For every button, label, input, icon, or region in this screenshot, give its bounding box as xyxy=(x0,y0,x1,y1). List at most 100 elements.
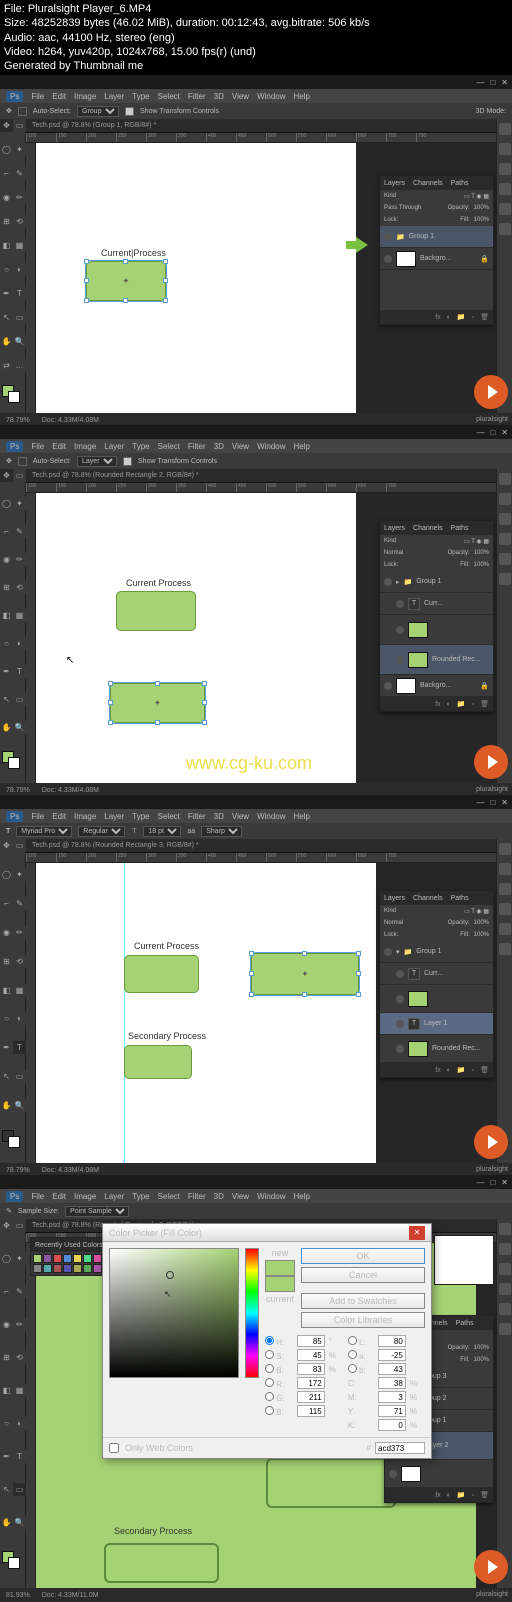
dodge-tool[interactable]: ◐ xyxy=(13,1012,26,1025)
canvas[interactable]: Current Process ✦ ↖ www.cg-ku.com xyxy=(36,493,356,783)
mask-icon[interactable]: ◐ xyxy=(447,1067,451,1074)
showtransform-checkbox[interactable] xyxy=(123,457,132,466)
mask-icon[interactable]: ◐ xyxy=(447,701,451,708)
color-swatch[interactable] xyxy=(0,1128,26,1148)
stamp-tool[interactable]: ⊞ xyxy=(0,581,13,594)
menu-edit[interactable]: Edit xyxy=(52,442,66,451)
b3-radio[interactable] xyxy=(265,1406,274,1415)
l-input[interactable] xyxy=(378,1335,406,1347)
navigator-preview[interactable] xyxy=(434,1235,494,1285)
tab-paths[interactable]: Paths xyxy=(451,180,469,187)
menu-view[interactable]: View xyxy=(232,1192,249,1201)
panel-icon[interactable] xyxy=(499,1323,511,1335)
menu-help[interactable]: Help xyxy=(294,442,310,451)
menu-layer[interactable]: Layer xyxy=(104,1192,124,1201)
fx-icon[interactable]: fx xyxy=(435,701,440,708)
color-cursor[interactable] xyxy=(166,1271,174,1279)
y-input[interactable] xyxy=(378,1405,406,1417)
menu-3d[interactable]: 3D xyxy=(214,812,224,821)
h-radio[interactable] xyxy=(265,1336,274,1345)
b2-radio[interactable] xyxy=(348,1364,357,1373)
panel-icon[interactable] xyxy=(499,1223,511,1235)
new-icon[interactable]: ▫ xyxy=(472,314,474,321)
menu-file[interactable]: File xyxy=(31,92,44,101)
path-tool[interactable]: ↖ xyxy=(0,311,13,324)
maximize-icon[interactable]: □ xyxy=(490,1178,495,1187)
path-tool[interactable]: ↖ xyxy=(0,1070,13,1083)
ok-button[interactable]: OK xyxy=(301,1248,425,1264)
color-field[interactable]: ↖ xyxy=(109,1248,239,1378)
type-tool[interactable]: T xyxy=(13,287,26,300)
menu-help[interactable]: Help xyxy=(294,812,310,821)
eyedrop-tool[interactable]: ✎ xyxy=(13,167,26,180)
menu-select[interactable]: Select xyxy=(158,812,180,821)
menu-3d[interactable]: 3D xyxy=(214,1192,224,1201)
tab-layers[interactable]: Layers xyxy=(384,895,405,902)
panel-icon[interactable] xyxy=(499,943,511,955)
panel-icon[interactable] xyxy=(499,1303,511,1315)
minimize-icon[interactable]: — xyxy=(476,78,484,87)
rect-selected[interactable]: ✦ xyxy=(251,953,359,995)
color-swatch[interactable] xyxy=(0,383,26,403)
menu-3d[interactable]: 3D xyxy=(214,442,224,451)
zoom-tool[interactable]: 🔍 xyxy=(13,721,26,734)
shape-tool[interactable]: ▭ xyxy=(13,1483,26,1496)
s-input[interactable] xyxy=(297,1349,325,1361)
marquee-tool[interactable]: ▭ xyxy=(13,1219,26,1232)
menu-image[interactable]: Image xyxy=(74,442,96,451)
layer-bg[interactable]: Backgro...🔒 xyxy=(380,675,493,697)
history-icon[interactable] xyxy=(499,203,511,215)
path-tool[interactable]: ↖ xyxy=(0,1483,13,1496)
menu-layer[interactable]: Layer xyxy=(104,442,124,451)
visibility-icon[interactable] xyxy=(396,995,404,1003)
font-style-select[interactable]: Regular xyxy=(78,826,125,837)
layers-panel[interactable]: Layers Channels Paths Kind▭ T ◉ ▦ Pass T… xyxy=(379,175,494,325)
color-picker-dialog[interactable]: Color Picker (Fill Color) ✕ ↖ new curre xyxy=(102,1223,432,1459)
menu-type[interactable]: Type xyxy=(132,92,149,101)
wand-tool[interactable]: ✦ xyxy=(13,497,26,510)
lasso-tool[interactable]: ◯ xyxy=(0,1252,13,1265)
tab-paths[interactable]: Paths xyxy=(451,525,469,532)
new-icon[interactable]: ▫ xyxy=(472,701,474,708)
layer-text-sel[interactable]: TLayer 1 xyxy=(380,1013,493,1035)
gradient-tool[interactable]: ▦ xyxy=(13,239,26,252)
crop-tool[interactable]: ⌐ xyxy=(0,525,13,538)
panel-icon[interactable] xyxy=(499,473,511,485)
visibility-icon[interactable] xyxy=(384,255,392,263)
stamp-tool[interactable]: ⊞ xyxy=(0,1351,13,1364)
menu-type[interactable]: Type xyxy=(132,1192,149,1201)
eyedrop-tool[interactable]: ✎ xyxy=(13,897,26,910)
maximize-icon[interactable]: □ xyxy=(490,78,495,87)
maximize-icon[interactable]: □ xyxy=(490,428,495,437)
history-tool[interactable]: ⟲ xyxy=(13,215,26,228)
panel-icon[interactable] xyxy=(499,843,511,855)
aa-select[interactable]: Sharp xyxy=(201,826,242,837)
layer-shape[interactable] xyxy=(380,615,493,645)
menu-select[interactable]: Select xyxy=(158,92,180,101)
gradient-tool[interactable]: ▦ xyxy=(13,1384,26,1397)
brush-tool[interactable]: ✏ xyxy=(13,191,26,204)
canvas[interactable]: Current Process ✦ Secondary Process xyxy=(36,863,376,1163)
guide-vertical[interactable] xyxy=(124,863,125,1163)
crop-tool[interactable]: ⌐ xyxy=(0,897,13,910)
marquee-tool[interactable]: ▭ xyxy=(13,469,26,482)
r-radio[interactable] xyxy=(265,1378,274,1387)
tab-channels[interactable]: Channels xyxy=(413,525,443,532)
tab-layers[interactable]: Layers xyxy=(384,525,405,532)
hand-tool[interactable]: ✋ xyxy=(0,1099,13,1112)
m-input[interactable] xyxy=(378,1391,406,1403)
tool-more[interactable]: … xyxy=(13,359,26,372)
move-tool[interactable]: ✥ xyxy=(0,839,13,852)
a-input[interactable] xyxy=(378,1349,406,1361)
menu-select[interactable]: Select xyxy=(158,442,180,451)
blend-mode[interactable]: Pass Through xyxy=(384,205,421,211)
layer-text-curr[interactable]: TCurr... xyxy=(380,593,493,615)
app-icon[interactable]: Ps xyxy=(6,441,23,452)
menu-3d[interactable]: 3D xyxy=(214,92,224,101)
b3-input[interactable] xyxy=(297,1405,325,1417)
cancel-button[interactable]: Cancel xyxy=(301,1267,425,1283)
b-input[interactable] xyxy=(297,1363,325,1375)
layer-group1[interactable]: ▸📁Group 1 xyxy=(380,571,493,593)
folder-icon[interactable]: 📁 xyxy=(457,313,466,321)
g-radio[interactable] xyxy=(265,1392,274,1401)
